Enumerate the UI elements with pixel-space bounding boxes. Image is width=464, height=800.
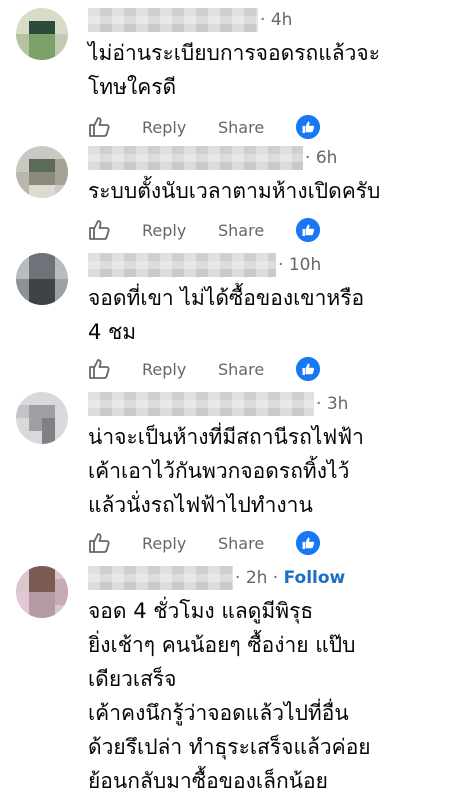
comment-actions: Reply Share: [88, 115, 328, 141]
comment-text: จอด 4 ชั่วโมง แลดูมีพิรุธ ยิ่งเช้าๆ คนน้…: [88, 594, 371, 798]
share-button[interactable]: Share: [218, 116, 264, 140]
comment-line: โทษใครดี: [88, 75, 177, 99]
thumbs-up-outline-icon[interactable]: [88, 218, 112, 242]
author-name[interactable]: [88, 392, 314, 416]
comment-line: แล้วนั่งรถไฟฟ้าไปทำงาน: [88, 493, 313, 517]
avatar[interactable]: [16, 566, 68, 618]
author-name[interactable]: [88, 253, 276, 277]
comment-text: ระบบตั้งนับเวลาตามห้างเปิดครับ: [88, 174, 380, 208]
comment-actions: Reply Share: [88, 531, 328, 557]
comment-item: · 4h ไม่อ่านระเบียบการจอดรถแล้วจะ โทษใคร…: [0, 8, 464, 141]
share-button[interactable]: Share: [218, 358, 264, 382]
comment-line: เค้าคงนึกรู้ว่าจอดแล้วไปที่อื่น: [88, 701, 349, 725]
thumbs-up-outline-icon[interactable]: [88, 531, 112, 555]
comment-text: จอดที่เขา ไม่ได้ซื้อของเขาหรือ 4 ชม: [88, 281, 364, 349]
author-name[interactable]: [88, 8, 258, 32]
comment-item: · 3h น่าจะเป็นห้างที่มีสถานีรถไฟฟ้า เค้า…: [0, 392, 464, 557]
share-button[interactable]: Share: [218, 532, 264, 556]
comment-meta: · 2h · Follow: [235, 568, 346, 588]
comment-time[interactable]: 6h: [316, 148, 338, 168]
avatar[interactable]: [16, 253, 68, 305]
reply-button[interactable]: Reply: [142, 532, 186, 556]
comment-line: เค้าเอาไว้กันพวกจอดรถทิ้งไว้: [88, 459, 350, 483]
comment-item: · 10h จอดที่เขา ไม่ได้ซื้อของเขาหรือ 4 ช…: [0, 253, 464, 383]
comment-line: ไม่อ่านระเบียบการจอดรถแล้วจะ: [88, 41, 380, 65]
comment-actions: Reply Share: [88, 357, 328, 383]
thumbs-up-outline-icon[interactable]: [88, 357, 112, 381]
comment-line: ยิ่งเช้าๆ คนน้อยๆ ซื้อง่าย แป๊บ: [88, 633, 356, 657]
comment-time[interactable]: 2h: [246, 568, 268, 588]
thumbs-up-filled-icon[interactable]: [296, 357, 320, 381]
comment-time[interactable]: 10h: [289, 255, 321, 275]
comment-text: น่าจะเป็นห้างที่มีสถานีรถไฟฟ้า เค้าเอาไว…: [88, 420, 364, 522]
comment-line: ระบบตั้งนับเวลาตามห้างเปิดครับ: [88, 179, 381, 203]
author-name[interactable]: [88, 146, 303, 170]
author-name[interactable]: [88, 566, 233, 590]
reply-button[interactable]: Reply: [142, 219, 186, 243]
reply-button[interactable]: Reply: [142, 116, 186, 140]
comment-item: · 6h ระบบตั้งนับเวลาตามห้างเปิดครับ Repl…: [0, 146, 464, 246]
follow-button[interactable]: Follow: [284, 568, 346, 588]
comment-line: ด้วยรึเปล่า ทำธุระเสร็จแล้วค่อย: [88, 735, 371, 759]
comment-meta: · 10h: [278, 255, 322, 275]
comment-time[interactable]: 3h: [327, 394, 349, 414]
comment-item: · 2h · Follow จอด 4 ชั่วโมง แลดูมีพิรุธ …: [0, 566, 464, 800]
comment-line: จอดที่เขา ไม่ได้ซื้อของเขาหรือ: [88, 286, 365, 310]
comment-meta: · 3h: [316, 394, 349, 414]
comment-text: ไม่อ่านระเบียบการจอดรถแล้วจะ โทษใครดี: [88, 36, 380, 104]
reply-button[interactable]: Reply: [142, 358, 186, 382]
avatar[interactable]: [16, 392, 68, 444]
avatar[interactable]: [16, 146, 68, 198]
comment-line: เดียวเสร็จ: [88, 667, 177, 691]
comment-line: น่าจะเป็นห้างที่มีสถานีรถไฟฟ้า: [88, 425, 364, 449]
comment-line: ย้อนกลับมาซื้อของเล็กน้อย: [88, 769, 328, 793]
comment-line: จอด 4 ชั่วโมง แลดูมีพิรุธ: [88, 599, 314, 623]
comment-line: 4 ชม: [88, 320, 137, 344]
thumbs-up-filled-icon[interactable]: [296, 218, 320, 242]
thumbs-up-filled-icon[interactable]: [296, 115, 320, 139]
comment-actions: Reply Share: [88, 218, 328, 244]
share-button[interactable]: Share: [218, 219, 264, 243]
avatar[interactable]: [16, 8, 68, 60]
thumbs-up-outline-icon[interactable]: [88, 115, 112, 139]
comment-meta: · 6h: [305, 148, 338, 168]
comment-time[interactable]: 4h: [271, 10, 293, 30]
comment-meta: · 4h: [260, 10, 293, 30]
thumbs-up-filled-icon[interactable]: [296, 531, 320, 555]
